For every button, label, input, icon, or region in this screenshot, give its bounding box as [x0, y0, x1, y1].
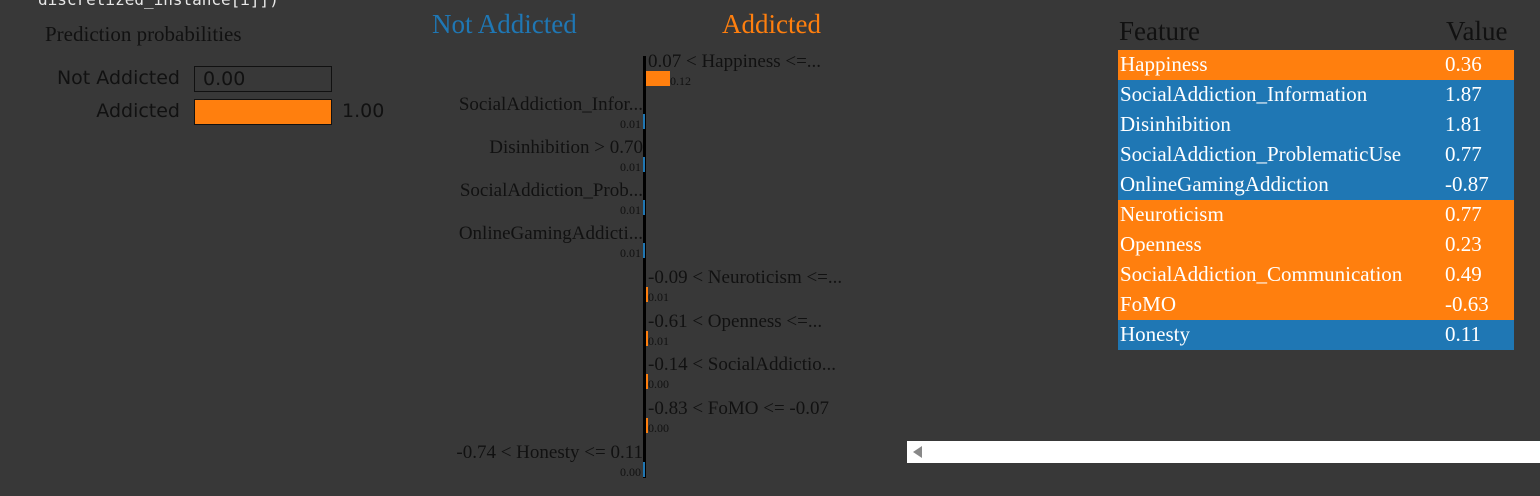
prob-value-addicted: 1.00 — [342, 100, 385, 122]
table-cell-feature: FoMO — [1120, 292, 1177, 316]
feature-weight-bar — [646, 71, 670, 86]
table-cell-value: 1.81 — [1445, 112, 1482, 136]
feature-weight-value: 0.01 — [620, 203, 641, 217]
prob-label-not-addicted: Not Addicted — [56, 67, 180, 89]
table-row: SocialAddiction_Communication 0.49 — [1118, 260, 1514, 290]
class-label-not-addicted: Not Addicted — [432, 9, 577, 39]
table-cell-value: -0.87 — [1445, 172, 1489, 196]
table-cell-value: 0.23 — [1445, 232, 1482, 256]
table-row: SocialAddiction_Information 1.87 — [1118, 80, 1514, 110]
table-row: Openness 0.23 — [1118, 230, 1514, 260]
feature-weight-bar — [643, 200, 645, 215]
feature-weight-value: 0.01 — [648, 334, 669, 348]
feature-weight-value: 0.01 — [620, 160, 641, 174]
table-cell-value: 1.87 — [1445, 82, 1482, 106]
code-output-line: discretized_instance[i]]) — [38, 0, 279, 9]
table-cell-feature: Happiness — [1120, 52, 1208, 76]
feature-label: -0.74 < Honesty <= 0.11 — [456, 442, 643, 463]
horizontal-scrollbar[interactable] — [907, 441, 1540, 463]
table-cell-value: -0.63 — [1445, 292, 1489, 316]
table-cell-feature: Honesty — [1120, 322, 1190, 346]
table-header-feature: Feature — [1119, 16, 1200, 46]
table-cell-value: 0.77 — [1445, 202, 1482, 226]
prob-bar-addicted — [194, 99, 332, 125]
prob-fill-addicted — [195, 100, 331, 124]
feature-label: -0.14 < SocialAddictio... — [648, 354, 837, 375]
feature-label: -0.61 < Openness <=... — [648, 311, 823, 332]
feature-weight-bar — [643, 243, 645, 258]
feature-weight-value: 0.00 — [648, 421, 669, 435]
table-row: Disinhibition 1.81 — [1118, 110, 1514, 140]
table-row: FoMO -0.63 — [1118, 290, 1514, 320]
table-cell-feature: SocialAddiction_Communication — [1120, 262, 1403, 286]
feature-label: -0.83 < FoMO <= -0.07 — [648, 398, 829, 419]
scroll-left-arrow-icon[interactable] — [913, 446, 922, 458]
table-cell-value: 0.49 — [1445, 262, 1482, 286]
table-row: Honesty 0.11 — [1118, 320, 1514, 350]
prob-value-not-addicted: 0.00 — [203, 68, 246, 90]
table-row: Happiness 0.36 — [1118, 50, 1514, 80]
table-cell-feature: Openness — [1120, 232, 1202, 256]
feature-label: SocialAddiction_Prob... — [459, 180, 643, 201]
table-cell-feature: SocialAddiction_Information — [1120, 82, 1368, 106]
feature-weight-bar — [643, 114, 645, 129]
table-cell-value: 0.36 — [1445, 52, 1482, 76]
prob-label-addicted: Addicted — [96, 100, 180, 122]
table-header-value: Value — [1446, 16, 1508, 46]
table-row: OnlineGamingAddiction -0.87 — [1118, 170, 1514, 200]
table-row: SocialAddiction_ProblematicUse 0.77 — [1118, 140, 1514, 170]
class-label-addicted: Addicted — [722, 9, 821, 39]
feature-label: SocialAddiction_Infor... — [458, 94, 643, 115]
table-cell-feature: OnlineGamingAddiction — [1120, 172, 1329, 196]
prob-bar-not-addicted: 0.00 — [194, 66, 332, 92]
table-cell-feature: SocialAddiction_ProblematicUse — [1120, 142, 1402, 166]
table-cell-value: 0.77 — [1445, 142, 1482, 166]
table-row: Neuroticism 0.77 — [1118, 200, 1514, 230]
table-cell-value: 0.11 — [1445, 322, 1481, 346]
feature-weight-value: 0.12 — [670, 74, 691, 88]
feature-label: -0.09 < Neuroticism <=... — [648, 267, 843, 288]
table-cell-feature: Disinhibition — [1120, 112, 1231, 136]
feature-weight-value: 0.00 — [620, 465, 641, 479]
table-cell-feature: Neuroticism — [1120, 202, 1224, 226]
feature-weight-bar — [643, 157, 645, 172]
feature-label: OnlineGamingAddicti... — [458, 223, 643, 244]
prediction-probabilities-title: Prediction probabilities — [45, 22, 242, 46]
feature-weight-value: 0.01 — [620, 117, 641, 131]
feature-weight-value: 0.00 — [648, 377, 669, 391]
feature-weight-bar — [643, 462, 645, 477]
feature-weight-value: 0.01 — [648, 290, 669, 304]
feature-weight-value: 0.01 — [620, 246, 641, 260]
feature-label: Disinhibition > 0.70 — [489, 137, 643, 158]
feature-label: 0.07 < Happiness <=... — [648, 51, 822, 72]
